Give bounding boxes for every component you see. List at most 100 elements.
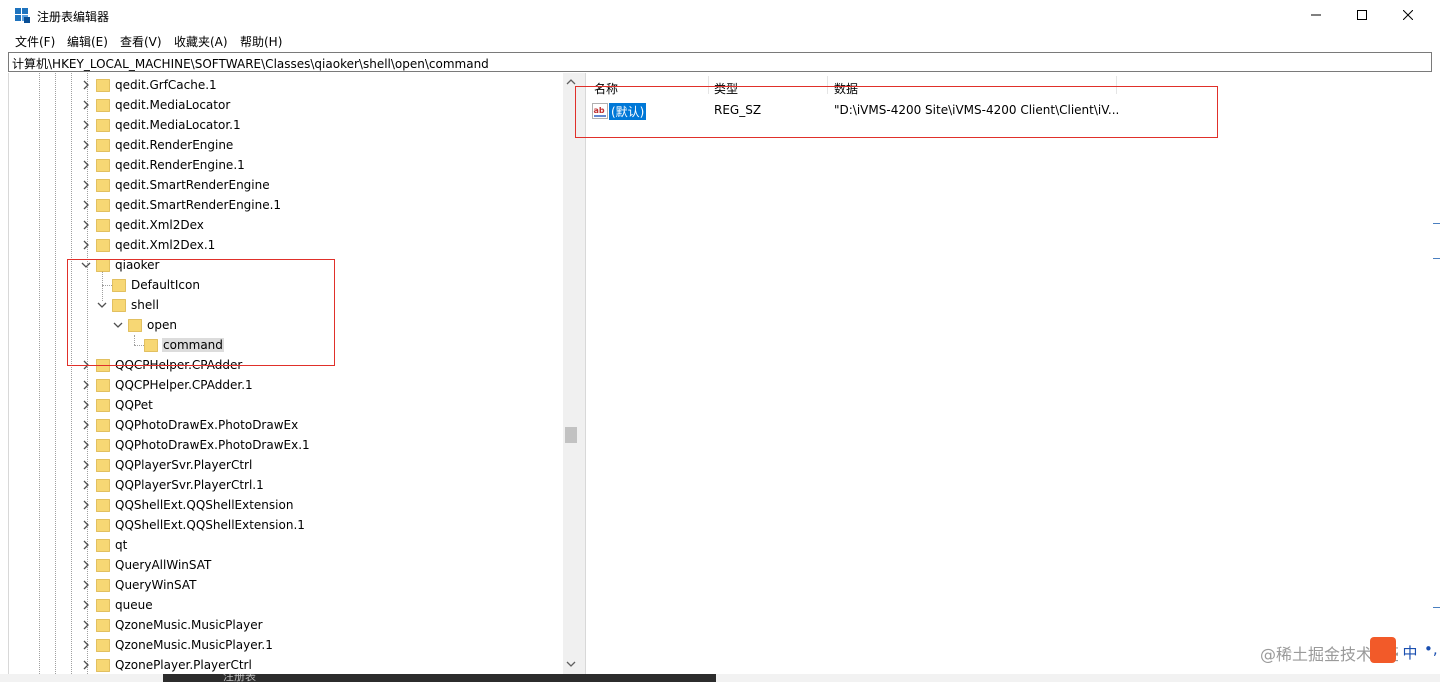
- tree-item-label: QQShellExt.QQShellExtension.1: [115, 518, 305, 532]
- tree-item[interactable]: QzoneMusic.MusicPlayer.1: [9, 635, 569, 655]
- tree-item[interactable]: qedit.Xml2Dex: [9, 215, 569, 235]
- tree-item-label: QQShellExt.QQShellExtension: [115, 498, 294, 512]
- menu-help[interactable]: 帮助(H): [240, 33, 282, 50]
- scroll-down-icon[interactable]: [565, 658, 577, 670]
- address-path: 计算机\HKEY_LOCAL_MACHINE\SOFTWARE\Classes\…: [12, 57, 489, 71]
- tree-item[interactable]: QQPhotoDrawEx.PhotoDrawEx.1: [9, 435, 569, 455]
- tree-item-label: qedit.Xml2Dex.1: [115, 238, 216, 252]
- ime-indicator[interactable]: 中: [1398, 642, 1422, 664]
- tree-item-label: QzoneMusic.MusicPlayer: [115, 618, 263, 632]
- tree-item-label: qedit.SmartRenderEngine.1: [115, 198, 282, 212]
- tree-item-label: qedit.MediaLocator: [115, 98, 231, 112]
- menu-edit[interactable]: 编辑(E): [67, 33, 108, 50]
- tree-item[interactable]: QueryWinSAT: [9, 575, 569, 595]
- chevron-right-icon[interactable]: [80, 199, 92, 211]
- annotation-box-tree: [67, 259, 335, 366]
- menu-favorites[interactable]: 收藏夹(A): [174, 33, 228, 50]
- folder-icon: [96, 559, 110, 572]
- chevron-right-icon[interactable]: [80, 659, 92, 671]
- folder-icon: [96, 159, 110, 172]
- tree-item[interactable]: qedit.MediaLocator: [9, 95, 569, 115]
- tree-item[interactable]: QueryAllWinSAT: [9, 555, 569, 575]
- background-window-edge: [1433, 258, 1440, 259]
- chevron-right-icon[interactable]: [80, 559, 92, 571]
- menu-file[interactable]: 文件(F): [15, 33, 55, 50]
- scrollbar-thumb[interactable]: [565, 427, 577, 443]
- title-bar: 注册表编辑器: [0, 0, 1440, 30]
- tree-item-label: QueryWinSAT: [115, 578, 197, 592]
- tree-item-label: QQPlayerSvr.PlayerCtrl.1: [115, 478, 264, 492]
- tree-item[interactable]: QQPlayerSvr.PlayerCtrl.1: [9, 475, 569, 495]
- chevron-right-icon[interactable]: [80, 419, 92, 431]
- close-button[interactable]: [1385, 0, 1431, 30]
- tree-item[interactable]: qedit.SmartRenderEngine.1: [9, 195, 569, 215]
- tree-item[interactable]: QQPhotoDrawEx.PhotoDrawEx: [9, 415, 569, 435]
- window-title: 注册表编辑器: [37, 10, 110, 24]
- folder-icon: [96, 479, 110, 492]
- tree-item[interactable]: QQShellExt.QQShellExtension: [9, 495, 569, 515]
- folder-icon: [96, 219, 110, 232]
- chevron-right-icon[interactable]: [80, 579, 92, 591]
- folder-icon: [96, 519, 110, 532]
- ime-punctuation-indicator[interactable]: •,: [1424, 640, 1438, 658]
- chevron-right-icon[interactable]: [80, 99, 92, 111]
- chevron-right-icon[interactable]: [80, 159, 92, 171]
- tree-item-label: QzonePlayer.PlayerCtrl: [115, 658, 252, 672]
- tree-item[interactable]: qedit.RenderEngine: [9, 135, 569, 155]
- taskbar: 注册表: [163, 674, 716, 682]
- tree-item[interactable]: qedit.SmartRenderEngine: [9, 175, 569, 195]
- chevron-right-icon[interactable]: [80, 479, 92, 491]
- chevron-right-icon[interactable]: [80, 639, 92, 651]
- chevron-right-icon[interactable]: [80, 379, 92, 391]
- chevron-right-icon[interactable]: [80, 539, 92, 551]
- tree-item[interactable]: QQCPHelper.CPAdder.1: [9, 375, 569, 395]
- folder-icon: [96, 539, 110, 552]
- tree-item-label: QQCPHelper.CPAdder.1: [115, 378, 253, 392]
- tree-item[interactable]: qedit.RenderEngine.1: [9, 155, 569, 175]
- chevron-right-icon[interactable]: [80, 219, 92, 231]
- tree-item[interactable]: queue: [9, 595, 569, 615]
- tree-item[interactable]: qedit.MediaLocator.1: [9, 115, 569, 135]
- chevron-right-icon[interactable]: [80, 139, 92, 151]
- tree-item[interactable]: QQPlayerSvr.PlayerCtrl: [9, 455, 569, 475]
- tree-item[interactable]: qedit.GrfCache.1: [9, 75, 569, 95]
- folder-icon: [96, 659, 110, 672]
- watermark-logo: [1370, 637, 1396, 663]
- folder-icon: [96, 459, 110, 472]
- tree-item[interactable]: QQPet: [9, 395, 569, 415]
- folder-icon: [96, 639, 110, 652]
- tree-item[interactable]: qedit.Xml2Dex.1: [9, 235, 569, 255]
- annotation-box-value: [575, 86, 1218, 138]
- tree-item[interactable]: qt: [9, 535, 569, 555]
- tree-scrollbar[interactable]: [563, 73, 579, 674]
- chevron-right-icon[interactable]: [80, 599, 92, 611]
- tree-item-label: QQPet: [115, 398, 153, 412]
- background-window-edge: [1433, 607, 1440, 608]
- folder-icon: [96, 579, 110, 592]
- maximize-button[interactable]: [1339, 0, 1385, 30]
- tree-item-label: qt: [115, 538, 128, 552]
- chevron-right-icon[interactable]: [80, 399, 92, 411]
- folder-icon: [96, 99, 110, 112]
- folder-icon: [96, 439, 110, 452]
- tree-item-label: qedit.SmartRenderEngine: [115, 178, 270, 192]
- chevron-right-icon[interactable]: [80, 179, 92, 191]
- chevron-right-icon[interactable]: [80, 619, 92, 631]
- chevron-right-icon[interactable]: [80, 439, 92, 451]
- chevron-right-icon[interactable]: [80, 499, 92, 511]
- key-tree[interactable]: qedit.GrfCache.1 qedit.MediaLocator qedit.…: [8, 73, 580, 674]
- tree-item[interactable]: QzoneMusic.MusicPlayer: [9, 615, 569, 635]
- minimize-button[interactable]: [1293, 0, 1339, 30]
- chevron-right-icon[interactable]: [80, 119, 92, 131]
- tree-item[interactable]: QQShellExt.QQShellExtension.1: [9, 515, 569, 535]
- values-list[interactable]: 名称 类型 数据 ab (默认) REG_SZ "D:\iVMS-4200 Si…: [585, 73, 1433, 674]
- folder-icon: [96, 499, 110, 512]
- chevron-right-icon[interactable]: [80, 459, 92, 471]
- window-right-edge: [1432, 52, 1440, 682]
- chevron-right-icon[interactable]: [80, 239, 92, 251]
- address-bar[interactable]: 计算机\HKEY_LOCAL_MACHINE\SOFTWARE\Classes\…: [8, 52, 1432, 72]
- chevron-right-icon[interactable]: [80, 519, 92, 531]
- menu-view[interactable]: 查看(V): [120, 33, 162, 50]
- chevron-right-icon[interactable]: [80, 79, 92, 91]
- tree-item[interactable]: QzonePlayer.PlayerCtrl: [9, 655, 569, 674]
